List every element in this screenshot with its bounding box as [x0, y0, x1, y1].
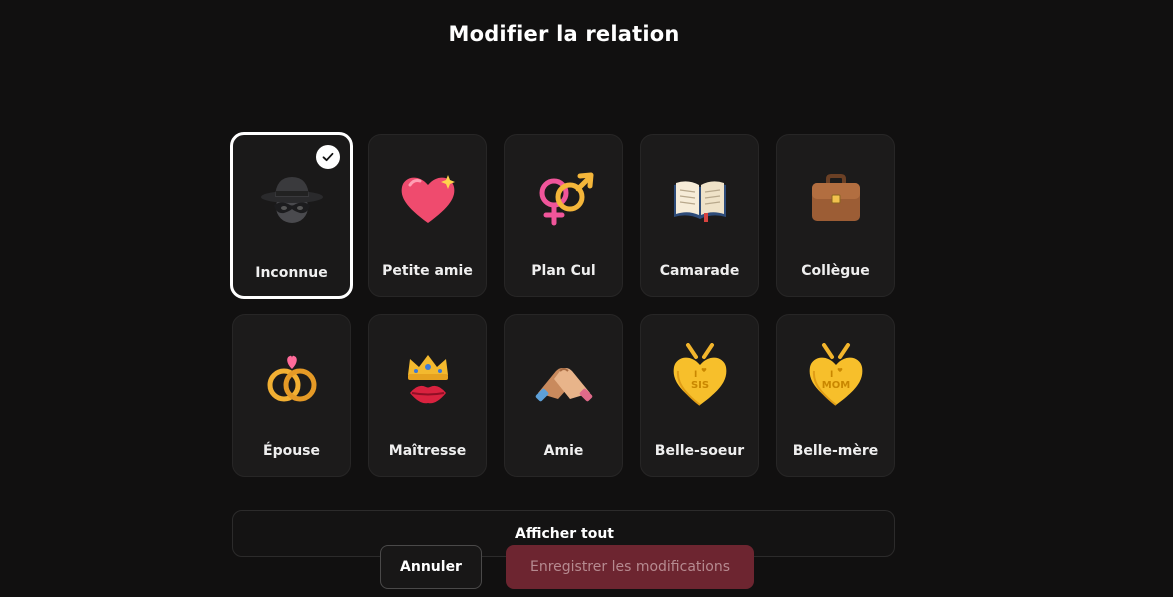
sis-heart-pendant-icon: I SIS [668, 343, 732, 409]
svg-text:I: I [830, 370, 833, 380]
briefcase-icon [804, 169, 868, 229]
open-book-icon [668, 169, 732, 229]
relation-card-epouse[interactable]: Épouse [232, 314, 351, 477]
cancel-button[interactable]: Annuler [380, 545, 482, 589]
svg-text:MOM: MOM [821, 380, 849, 391]
svg-text:SIS: SIS [690, 380, 708, 391]
relation-label: Petite amie [382, 263, 473, 279]
relation-label: Plan Cul [531, 263, 596, 279]
relation-card-belle-mere[interactable]: I MOM Belle-mère [776, 314, 895, 477]
relation-label: Inconnue [255, 265, 328, 281]
relation-label: Belle-mère [792, 443, 879, 459]
relation-card-camarade[interactable]: Camarade [640, 134, 759, 297]
relation-card-amie[interactable]: Amie [504, 314, 623, 477]
crown-lips-icon [396, 349, 460, 409]
relation-label: Camarade [659, 263, 740, 279]
check-icon [316, 145, 340, 169]
page-title: Modifier la relation [448, 22, 680, 46]
relation-label: Épouse [263, 443, 320, 459]
svg-text:I: I [694, 370, 697, 380]
gender-symbols-icon [532, 169, 596, 229]
relation-label: Amie [543, 443, 584, 459]
wedding-rings-icon [260, 349, 324, 409]
relation-label: Belle-soeur [654, 443, 745, 459]
spy-icon [260, 167, 324, 227]
mom-heart-pendant-icon: I MOM [804, 343, 868, 409]
relation-label: Collègue [801, 263, 870, 279]
show-all-label: Afficher tout [515, 526, 614, 542]
relation-card-inconnue[interactable]: Inconnue [230, 132, 353, 299]
relation-card-petite-amie[interactable]: Petite amie [368, 134, 487, 297]
relation-grid: Inconnue Petite amie Plan Cul Camarade C… [230, 132, 895, 477]
relation-label: Maîtresse [388, 443, 467, 459]
relation-card-maitresse[interactable]: Maîtresse [368, 314, 487, 477]
handshake-icon [532, 349, 596, 409]
relation-card-plan-cul[interactable]: Plan Cul [504, 134, 623, 297]
relation-card-belle-soeur[interactable]: I SIS Belle-soeur [640, 314, 759, 477]
heart-icon [396, 169, 460, 229]
relation-card-collegue[interactable]: Collègue [776, 134, 895, 297]
save-button[interactable]: Enregistrer les modifications [506, 545, 754, 589]
